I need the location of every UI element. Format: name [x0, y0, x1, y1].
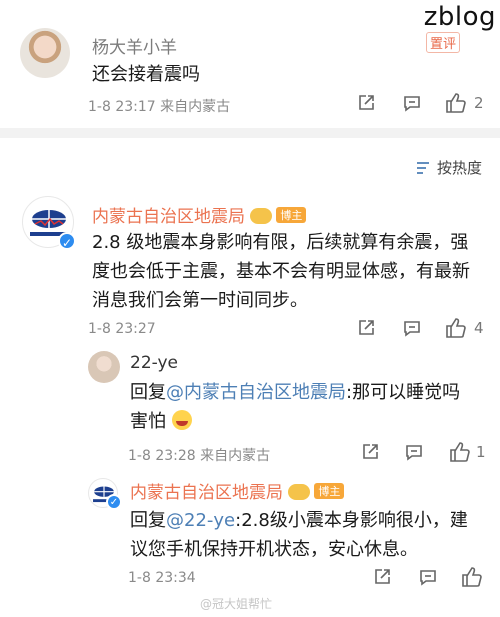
footer-watermark: @冠大姐帮忙 — [200, 597, 273, 611]
verified-icon: ✓ — [58, 232, 76, 250]
author-badge: 博主 — [314, 483, 345, 499]
mention-link[interactable]: @22-ye — [166, 510, 235, 531]
mention-link[interactable]: @内蒙古自治区地震局 — [166, 382, 346, 403]
verified-icon: ✓ — [106, 494, 122, 510]
section-divider — [0, 128, 500, 138]
author-badge: 博主 — [276, 207, 307, 223]
like-icon — [450, 442, 470, 462]
comment-username[interactable]: 杨大羊小羊 — [92, 33, 177, 58]
comment-icon — [420, 570, 436, 586]
reply-username[interactable]: 内蒙古自治区地震局 博主 — [130, 478, 345, 503]
comment-button[interactable] — [404, 442, 424, 462]
comment-icon — [404, 96, 420, 112]
comment-text: 还会接着震吗 — [92, 64, 200, 85]
comment-tag: 置评 — [425, 32, 460, 53]
share-icon — [363, 444, 378, 459]
like-count: 4 — [474, 319, 484, 337]
like-icon — [462, 567, 482, 587]
comment-button[interactable] — [402, 318, 422, 338]
comment-icon — [404, 321, 420, 337]
sort-label: 按热度 — [436, 159, 482, 177]
like-count: 2 — [474, 94, 484, 112]
share-icon — [375, 569, 390, 584]
like-icon — [446, 318, 466, 338]
share-icon — [359, 320, 374, 335]
comment-text: 2.8 级地震本身影响有限，后续就算有余震，强度也会低于主震，基本不会有明显体感… — [92, 232, 470, 311]
reply-text: 回复@内蒙古自治区地震局:那可以睡觉吗 害怕 — [130, 382, 461, 432]
share-button[interactable] — [356, 93, 376, 113]
like-count: 1 — [476, 443, 486, 461]
watermark-text: zblog — [423, 2, 496, 32]
share-button[interactable] — [372, 567, 392, 587]
reply-text: 回复@22-ye:2.8级小震本身影响很小，建议您手机保持开机状态，安心休息。 — [130, 510, 468, 560]
comment-button[interactable] — [402, 93, 422, 113]
comment-meta: 1-8 23:27 — [88, 321, 156, 337]
comment-icon — [406, 445, 422, 461]
like-button[interactable]: 2 — [444, 92, 484, 114]
comment-meta: 1-8 23:17 来自内蒙古 — [88, 99, 231, 115]
sort-toggle[interactable]: 按热度 — [415, 157, 482, 178]
crying-emoji-icon — [171, 410, 192, 430]
avatar[interactable] — [20, 28, 70, 78]
comment-username[interactable]: 内蒙古自治区地震局 博主 — [92, 202, 307, 227]
like-icon — [446, 93, 466, 113]
like-button[interactable]: 1 — [448, 441, 486, 463]
reply-username[interactable]: 22-ye — [130, 353, 178, 373]
reply-meta: 1-8 23:34 — [128, 570, 196, 586]
share-button[interactable] — [360, 442, 380, 462]
vip-crown-icon — [250, 208, 273, 224]
sort-icon — [416, 161, 429, 174]
like-button[interactable] — [460, 566, 484, 588]
avatar[interactable] — [88, 351, 120, 383]
share-icon — [359, 95, 374, 110]
reply-meta: 1-8 23:28 来自内蒙古 — [128, 448, 271, 464]
vip-crown-icon — [288, 484, 311, 500]
comment-button[interactable] — [418, 567, 438, 587]
share-button[interactable] — [356, 318, 376, 338]
like-button[interactable]: 4 — [444, 317, 484, 339]
